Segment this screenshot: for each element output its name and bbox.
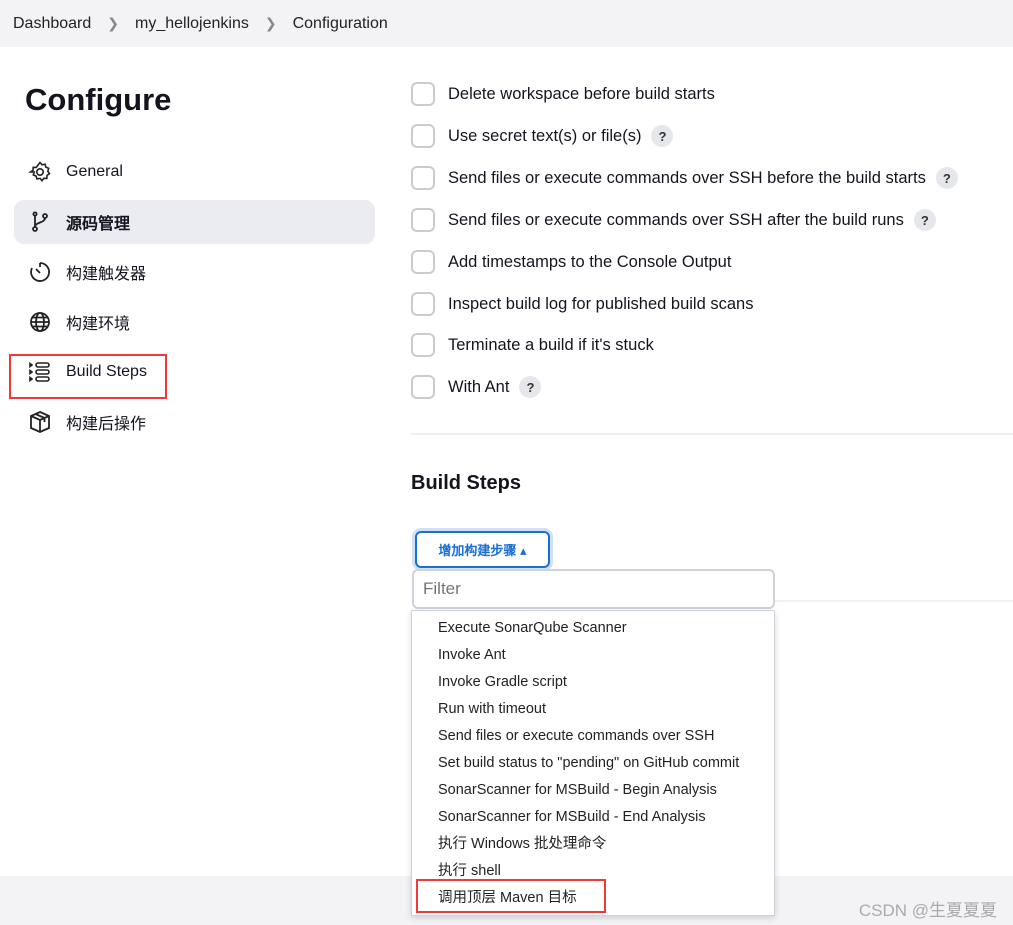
menu-item[interactable]: Invoke Gradle script [412, 669, 774, 696]
help-icon[interactable]: ? [519, 376, 542, 398]
sidebar-item-label: 源码管理 [66, 216, 131, 233]
highlight-box [9, 354, 167, 399]
timer-icon [30, 262, 50, 282]
watermark: CSDN @生夏夏夏 [858, 901, 997, 920]
help-icon[interactable]: ? [913, 209, 936, 231]
highlight-box [416, 879, 606, 913]
option-label: Add timestamps to the Console Output [448, 252, 732, 271]
menu-item[interactable]: 执行 Windows 批处理命令 [412, 831, 774, 858]
build-step-dropdown: Execute SonarQube Scanner Invoke Ant Inv… [411, 610, 775, 916]
page-title: Configure [25, 82, 172, 117]
option-secret-text[interactable]: Use secret text(s) or file(s)? [411, 124, 674, 148]
globe-icon [30, 312, 50, 332]
divider [411, 433, 1013, 435]
option-label: Terminate a build if it's stuck [448, 335, 654, 354]
build-steps-heading: Build Steps [411, 472, 522, 494]
option-delete-workspace[interactable]: Delete workspace before build starts [411, 82, 715, 106]
sidebar-item-label: 构建触发器 [66, 266, 147, 283]
option-label: Use secret text(s) or file(s) [448, 126, 642, 145]
divider [775, 600, 1013, 602]
option-label: Inspect build log for published build sc… [448, 294, 754, 313]
sidebar-item-post-build[interactable]: 构建后操作 [14, 400, 375, 444]
checkbox[interactable] [411, 208, 435, 232]
checkbox[interactable] [411, 166, 435, 190]
menu-item[interactable]: Set build status to "pending" on GitHub … [412, 750, 774, 777]
sidebar-item-general[interactable]: General [14, 150, 375, 194]
sidebar-item-label: 构建环境 [66, 316, 131, 333]
option-label: With Ant [448, 377, 510, 396]
breadcrumb-project[interactable]: my_hellojenkins [135, 15, 249, 33]
checkbox[interactable] [411, 124, 435, 148]
option-ssh-before[interactable]: Send files or execute commands over SSH … [411, 166, 958, 190]
sidebar-item-build-triggers[interactable]: 构建触发器 [14, 250, 375, 294]
option-label: Send files or execute commands over SSH … [448, 210, 904, 229]
option-timestamps[interactable]: Add timestamps to the Console Output [411, 250, 731, 274]
checkbox[interactable] [411, 292, 435, 316]
git-branch-icon [32, 211, 48, 232]
filter-input[interactable] [412, 569, 775, 609]
help-icon[interactable]: ? [651, 125, 674, 147]
checkbox[interactable] [411, 82, 435, 106]
breadcrumb-dashboard[interactable]: Dashboard [13, 15, 91, 33]
option-label: Send files or execute commands over SSH … [448, 168, 926, 187]
help-icon[interactable]: ? [935, 167, 958, 189]
menu-item[interactable]: SonarScanner for MSBuild - End Analysis [412, 804, 774, 831]
option-terminate-stuck[interactable]: Terminate a build if it's stuck [411, 333, 654, 357]
chevron-right-icon: ❯ [264, 15, 277, 31]
option-ssh-after[interactable]: Send files or execute commands over SSH … [411, 208, 936, 232]
sidebar: General 源码管理 构建触发器 构建环境 Build Steps 构建后操… [14, 150, 375, 450]
gear-icon [28, 161, 51, 182]
menu-item[interactable]: Execute SonarQube Scanner [412, 615, 774, 642]
breadcrumb-configuration[interactable]: Configuration [293, 15, 388, 33]
chevron-right-icon: ❯ [107, 15, 120, 31]
breadcrumb: Dashboard ❯ my_hellojenkins ❯ Configurat… [0, 0, 1013, 47]
checkbox[interactable] [411, 250, 435, 274]
menu-item[interactable]: SonarScanner for MSBuild - Begin Analysi… [412, 777, 774, 804]
sidebar-item-label: 构建后操作 [66, 416, 147, 433]
option-with-ant[interactable]: With Ant? [411, 375, 542, 399]
package-icon [30, 411, 50, 433]
option-build-scans[interactable]: Inspect build log for published build sc… [411, 292, 753, 316]
checkbox[interactable] [411, 333, 435, 357]
checkbox[interactable] [411, 375, 435, 399]
sidebar-item-source-control[interactable]: 源码管理 [14, 200, 375, 244]
menu-item[interactable]: Send files or execute commands over SSH [412, 723, 774, 750]
sidebar-item-label: General [66, 163, 123, 180]
menu-item[interactable]: Invoke Ant [412, 642, 774, 669]
menu-item[interactable]: Run with timeout [412, 696, 774, 723]
option-label: Delete workspace before build starts [448, 84, 715, 103]
sidebar-item-build-environment[interactable]: 构建环境 [14, 300, 375, 344]
add-build-step-button[interactable]: 增加构建步骤 ▴ [415, 531, 550, 568]
